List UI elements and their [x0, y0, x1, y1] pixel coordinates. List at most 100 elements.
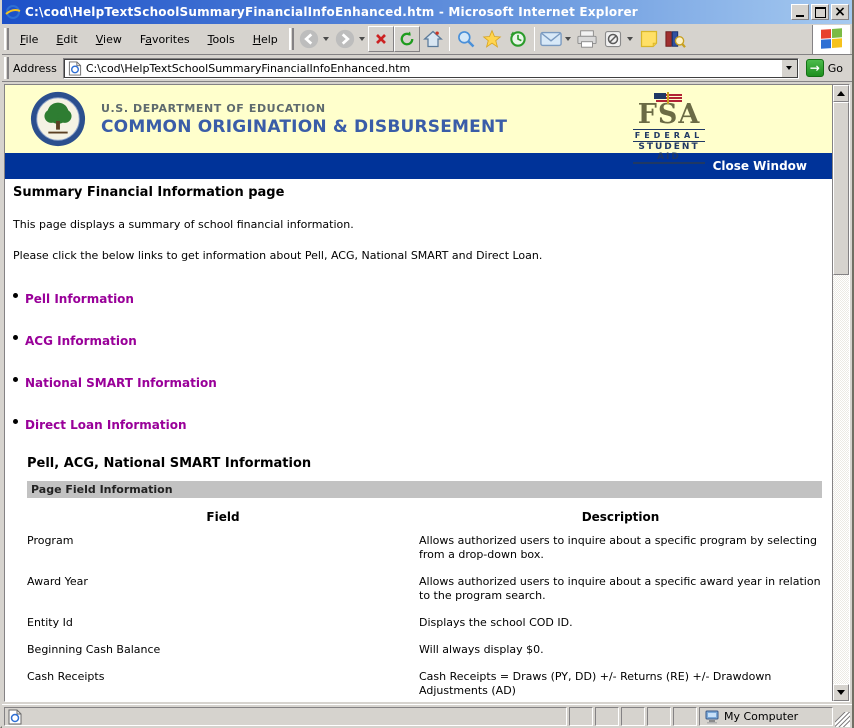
fsa-logo: FSA FEDERAL STUDENT AID: [633, 89, 705, 164]
home-icon: [422, 30, 443, 48]
field-description-table: Field Description Program Allows authori…: [27, 498, 822, 701]
my-computer-icon: [705, 710, 719, 723]
acg-information-link[interactable]: ACG Information: [25, 334, 137, 348]
scroll-up-button[interactable]: [833, 85, 849, 102]
throbber-panel: [812, 24, 850, 54]
edit-program-icon: [604, 30, 621, 48]
internet-explorer-icon: [5, 5, 21, 19]
pell-information-link[interactable]: Pell Information: [25, 292, 134, 306]
page-done-icon: [8, 709, 22, 724]
list-item: National SMART Information: [13, 372, 822, 391]
mail-icon: [540, 31, 562, 47]
resize-grip[interactable]: [835, 712, 850, 727]
dept-of-education-seal-icon: [30, 91, 86, 147]
menu-toolbar-row: File Edit View Favorites Tools Help: [2, 24, 852, 55]
search-icon: [457, 31, 475, 48]
vertical-scrollbar[interactable]: [832, 85, 849, 701]
menu-tools[interactable]: Tools: [199, 29, 244, 50]
description-cell: Displays the school COD ID.: [419, 616, 573, 629]
minimize-button[interactable]: [791, 4, 809, 20]
description-cell: Allows authorized users to inquire about…: [419, 534, 817, 561]
security-zone-pane: My Computer: [699, 707, 833, 726]
status-pane: [647, 707, 671, 726]
zone-label: My Computer: [724, 710, 799, 723]
window-title: C:\cod\HelpTextSchoolSummaryFinancialInf…: [25, 5, 638, 19]
list-item: ACG Information: [13, 330, 822, 349]
intro-paragraph-1: This page displays a summary of school f…: [13, 218, 354, 231]
menu-edit[interactable]: Edit: [47, 29, 86, 50]
favorites-star-icon: [482, 29, 502, 48]
field-cell: Beginning Cash Balance: [27, 643, 161, 656]
go-button[interactable]: → Go: [804, 57, 848, 79]
field-cell: Program: [27, 534, 74, 547]
home-button[interactable]: [420, 26, 446, 52]
search-button[interactable]: [453, 26, 479, 52]
maximize-button[interactable]: [811, 4, 829, 20]
field-cell: Award Year: [27, 575, 88, 588]
status-main-pane: [4, 707, 567, 726]
address-dropdown-button[interactable]: [780, 58, 798, 78]
description-cell: Will always display $0.: [419, 643, 544, 656]
status-pane: [621, 707, 645, 726]
refresh-button[interactable]: [393, 26, 420, 52]
close-window-link[interactable]: Close Window: [713, 159, 807, 173]
table-row: Cash Receipts Cash Receipts = Draws (PY,…: [27, 670, 822, 701]
status-bar: My Computer: [2, 704, 852, 728]
back-dropdown-icon[interactable]: [322, 37, 329, 41]
column-header-field: Field: [206, 510, 240, 524]
address-label: Address: [13, 61, 57, 75]
history-icon: [510, 31, 526, 47]
scroll-down-button[interactable]: [833, 684, 849, 701]
menu-help[interactable]: Help: [244, 29, 287, 50]
status-pane: [595, 707, 619, 726]
column-header-description: Description: [581, 510, 660, 524]
fsa-word-student-aid: STUDENT AID: [633, 141, 705, 164]
browser-viewport: U.S. DEPARTMENT OF EDUCATION COMMON ORIG…: [4, 84, 850, 702]
section-link-list: Pell Information ACG Information Nationa…: [13, 288, 822, 433]
back-icon: [299, 29, 318, 49]
national-smart-information-link[interactable]: National SMART Information: [25, 376, 217, 390]
forward-button[interactable]: [332, 26, 358, 52]
books-magnifier-icon: [665, 31, 686, 48]
cod-header-banner: U.S. DEPARTMENT OF EDUCATION COMMON ORIG…: [5, 85, 832, 164]
toolbar-separator: [533, 27, 535, 51]
status-pane: [569, 707, 593, 726]
list-item: Direct Loan Information: [13, 414, 822, 433]
table-header-row: Field Description: [27, 498, 822, 534]
description-cell: Cash Receipts = Draws (PY, DD) +/- Retur…: [419, 670, 772, 697]
table-row: Award Year Allows authorized users to in…: [27, 575, 822, 616]
arrow-up-icon: [837, 91, 845, 96]
menu-file[interactable]: File: [11, 29, 47, 50]
research-button[interactable]: [662, 26, 688, 52]
menu-grip-handle[interactable]: [4, 28, 9, 50]
edit-button[interactable]: [600, 26, 626, 52]
mail-dropdown-icon[interactable]: [564, 37, 571, 41]
messenger-button[interactable]: [636, 26, 662, 52]
toolbar-grip-handle[interactable]: [288, 28, 294, 50]
direct-loan-information-link[interactable]: Direct Loan Information: [25, 418, 187, 432]
fsa-word-federal: FEDERAL: [633, 129, 705, 140]
menu-favorites[interactable]: Favorites: [131, 29, 199, 50]
page-title: Summary Financial Information page: [13, 185, 285, 200]
favorites-button[interactable]: [479, 26, 505, 52]
print-button[interactable]: [574, 26, 600, 52]
back-button[interactable]: [296, 26, 322, 52]
menu-view[interactable]: View: [87, 29, 131, 50]
close-button[interactable]: [831, 4, 849, 20]
page-icon: [68, 60, 81, 76]
printer-icon: [577, 30, 597, 48]
section-heading: Pell, ACG, National SMART Information: [27, 456, 312, 471]
address-grip-handle[interactable]: [4, 57, 9, 79]
history-button[interactable]: [505, 26, 531, 52]
edit-dropdown-icon[interactable]: [626, 37, 633, 41]
help-content: Summary Financial Information page This …: [5, 179, 832, 701]
stop-button[interactable]: [367, 26, 394, 52]
forward-dropdown-icon[interactable]: [358, 37, 365, 41]
banner-title-block: U.S. DEPARTMENT OF EDUCATION COMMON ORIG…: [101, 102, 507, 137]
description-cell: Allows authorized users to inquire about…: [419, 575, 821, 602]
dept-line1: U.S. DEPARTMENT OF EDUCATION: [101, 101, 326, 115]
mail-button[interactable]: [538, 26, 564, 52]
scrollbar-thumb[interactable]: [833, 102, 849, 275]
address-input[interactable]: C:\cod\HelpTextSchoolSummaryFinancialInf…: [62, 57, 799, 79]
document-page: U.S. DEPARTMENT OF EDUCATION COMMON ORIG…: [5, 85, 832, 701]
